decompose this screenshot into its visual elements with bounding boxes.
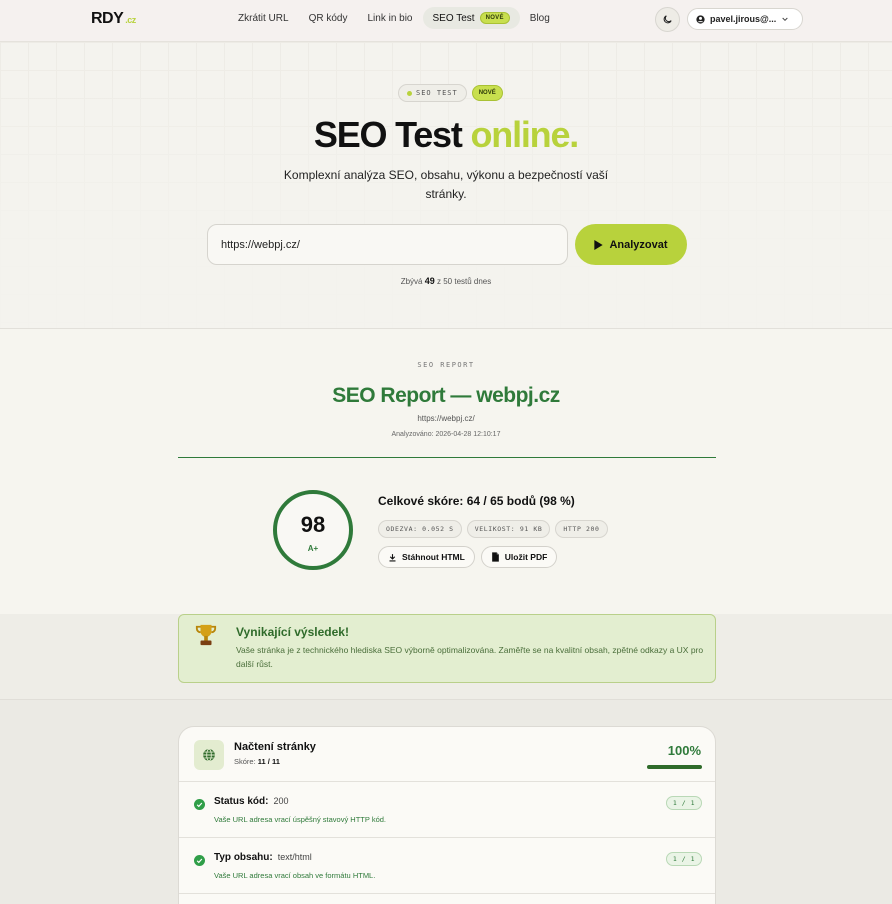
analyze-button[interactable]: Analyzovat [575,224,687,265]
check-description: Vaše URL adresa vrací obsah ve formátu H… [214,871,376,880]
verdict-text: Vaše stránka je z technického hlediska S… [236,645,704,669]
nav-link-seo-test[interactable]: SEO Test NOVÉ [422,7,520,29]
nav-links: Zkrátit URL QR kódy Link in bio SEO Test… [228,7,560,29]
nav-link-qr-codes[interactable]: QR kódy [299,8,358,29]
new-badge: NOVÉ [479,12,510,24]
check-points: 1 / 1 [665,796,702,810]
hero-section: SEO TEST NOVÉ SEO Test online. Komplexní… [0,42,892,329]
check-description: Vaše URL adresa vrací úspěšný stavový HT… [214,815,387,824]
score-ring: 98 A+ [273,490,353,570]
globe-icon [194,740,224,770]
sections-band: Načtení stránky Skóre: 11 / 11 100% Stat… [0,700,892,904]
check-row: Status kód: 200 Vaše URL adresa vrací úsp… [179,782,715,838]
save-pdf-button[interactable]: Uložit PDF [480,546,558,568]
check-icon [194,799,205,810]
verdict-box: Vynikající výsledek! Vaše stránka je z t… [178,614,716,683]
section-header[interactable]: Načtení stránky Skóre: 11 / 11 100% [179,727,715,782]
theme-toggle-button[interactable] [655,7,680,32]
score-value: 98 [300,512,326,537]
divider [178,457,716,458]
metric-chips: ODEZVA: 0.052 S VELIKOST: 91 KB HTTP 200 [378,520,608,538]
check-label: Typ obsahu: text/html [214,852,312,863]
new-badge: NOVÉ [471,85,503,101]
hero-subtitle: Komplexní analýza SEO, obsahu, výkonu a … [283,168,609,201]
section-progress-bar [647,765,702,769]
report-date: Analyzováno: 2026-04-28 12:10:17 [391,431,501,438]
seo-test-pill: SEO TEST [398,84,467,102]
user-email: pavel.jirous@... [710,14,777,24]
export-buttons: Stáhnout HTML Uložit PDF [378,546,558,568]
file-pdf-icon [491,552,499,562]
check-icon [194,855,205,866]
page-size-chip: VELIKOST: 91 KB [466,520,551,538]
response-time-chip: ODEZVA: 0.052 S [378,520,462,538]
hero-pills: SEO TEST NOVÉ [398,84,503,102]
section-score: Skóre: 11 / 11 [234,757,280,766]
user-icon [696,14,705,24]
quota-text: Zbývá 49 z 50 testů dnes [400,276,492,286]
chevron-down-icon [782,17,788,22]
download-html-button[interactable]: Stáhnout HTML [378,546,475,568]
url-input[interactable] [207,224,568,265]
page-title: SEO Test online. [313,114,579,155]
report-url: https://webpj.cz/ [417,414,475,423]
play-icon [594,239,604,250]
check-label: Status kód: 200 [214,796,289,807]
top-navbar: RDY .cz Zkrátit URL QR kódy Link in bio S… [0,0,892,42]
download-icon [389,553,396,561]
moon-icon [663,15,672,24]
section-percent: 100% [667,743,701,758]
report-title: SEO Report — webpj.cz [332,384,560,407]
nav-link-blog[interactable]: Blog [520,8,560,29]
check-points: 1 / 1 [665,852,702,866]
nav-link-shorten-url[interactable]: Zkrátit URL [228,8,299,29]
report-section: SEO REPORT SEO Report — webpj.cz https:/… [0,329,892,614]
http-status-chip: HTTP 200 [555,520,608,538]
section-card-page-load: Načtení stránky Skóre: 11 / 11 100% Stat… [178,726,716,904]
user-menu-button[interactable]: pavel.jirous@... [687,8,803,30]
total-score: Celkové skóre: 64 / 65 bodů (98 %) [378,494,575,508]
score-grade: A+ [307,544,319,553]
check-row: Typ obsahu: text/html Vaše URL adresa vra… [179,838,715,894]
trophy-icon [195,624,217,646]
report-kicker: SEO REPORT [417,361,475,369]
nav-link-link-in-bio[interactable]: Link in bio [357,8,422,29]
verdict-title: Vynikající výsledek! [236,625,349,639]
section-title: Načtení stránky [234,741,316,753]
progress-fill [647,765,702,769]
logo[interactable]: RDY .cz [91,10,136,28]
verdict-band: Vynikající výsledek! Vaše stránka je z t… [0,614,892,700]
